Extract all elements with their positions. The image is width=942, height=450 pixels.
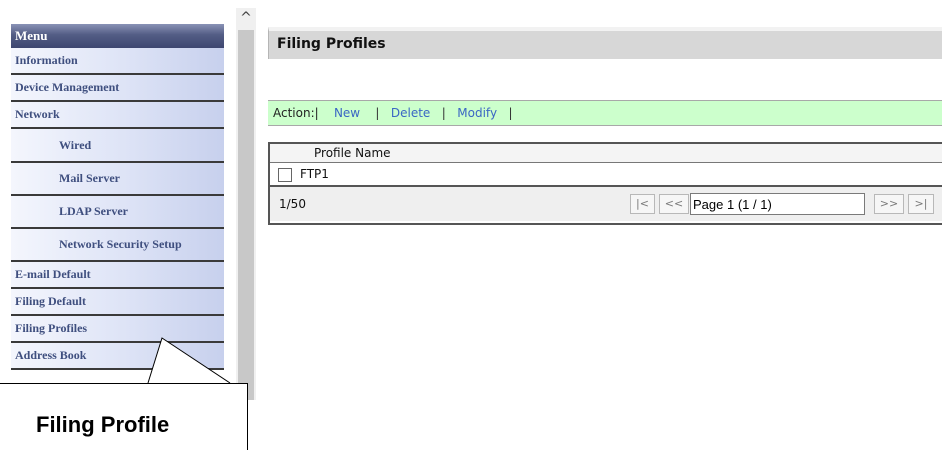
action-label: Action:| xyxy=(273,106,319,120)
sidebar-item-network[interactable]: Network xyxy=(11,102,224,129)
sidebar-item-ldap-server[interactable]: LDAP Server xyxy=(11,196,224,229)
page-input[interactable] xyxy=(690,193,865,215)
callout-label: Filing Profile xyxy=(36,412,170,437)
page-title: Filing Profiles xyxy=(268,27,942,59)
sidebar-item-network-security-setup[interactable]: Network Security Setup xyxy=(11,229,224,262)
sidebar-item-device-management[interactable]: Device Management xyxy=(11,75,224,102)
pager-count: 1/50 xyxy=(279,197,306,211)
action-separator: | xyxy=(508,106,513,120)
prev-page-button[interactable]: << xyxy=(659,194,689,214)
sidebar-item-information[interactable]: Information xyxy=(11,48,224,75)
sidebar-item-filing-default[interactable]: Filing Default xyxy=(11,289,224,316)
table-row[interactable]: FTP1 xyxy=(270,163,942,187)
new-button[interactable]: New xyxy=(334,106,360,120)
next-page-button[interactable]: >> xyxy=(874,194,904,214)
column-header-profile-name: Profile Name xyxy=(270,144,942,163)
profile-name-cell: FTP1 xyxy=(300,167,329,181)
sidebar-menu: Menu Information Device Management Netwo… xyxy=(11,24,224,370)
profile-table: Profile Name FTP1 1/50 |< << >> >| xyxy=(268,142,942,225)
last-page-button[interactable]: >| xyxy=(908,194,934,214)
menu-header: Menu xyxy=(11,24,224,48)
row-checkbox[interactable] xyxy=(278,168,292,182)
scroll-up-arrow-icon[interactable]: ^ xyxy=(236,8,256,28)
callout-pointer xyxy=(147,337,231,384)
pager: 1/50 |< << >> >| xyxy=(270,187,942,221)
first-page-button[interactable]: |< xyxy=(630,194,655,214)
action-separator: | xyxy=(441,106,446,120)
sidebar-item-email-default[interactable]: E-mail Default xyxy=(11,262,224,289)
action-separator: | xyxy=(375,106,380,120)
sidebar-item-wired[interactable]: Wired xyxy=(11,129,224,163)
modify-button[interactable]: Modify xyxy=(457,106,497,120)
action-bar: Action:| New | Delete | Modify | xyxy=(268,100,942,126)
sidebar-item-mail-server[interactable]: Mail Server xyxy=(11,163,224,196)
delete-button[interactable]: Delete xyxy=(391,106,430,120)
